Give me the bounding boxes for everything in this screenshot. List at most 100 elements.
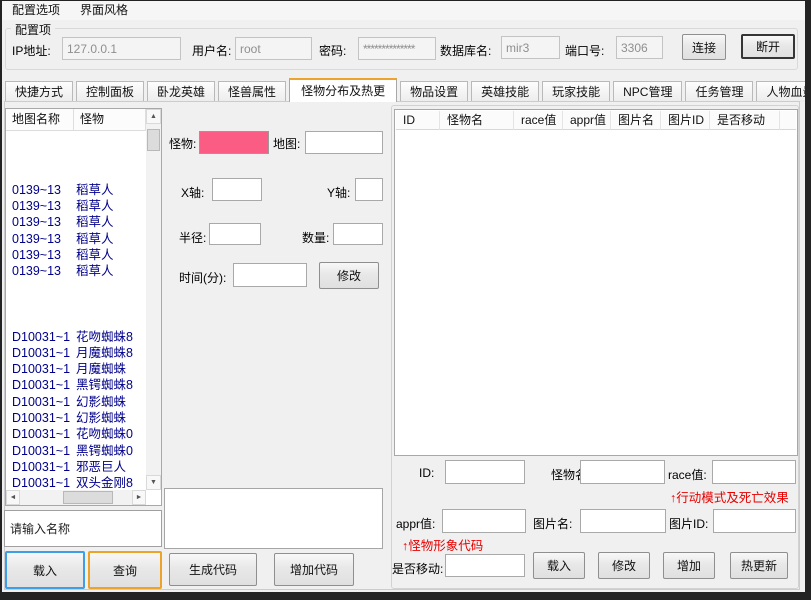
menu-item-ui-style[interactable]: 界面风格 [70, 1, 138, 20]
monster-table-column-2[interactable]: race值 [514, 111, 563, 130]
y-axis-input[interactable] [355, 178, 383, 201]
monster-name-cell [75, 312, 76, 328]
list-vscrollbar[interactable]: ▲ ▼ [146, 109, 161, 490]
monster-table-column-3[interactable]: appr值 [563, 111, 611, 130]
list-item[interactable]: D10031~1花吻蜘蛛0 [7, 426, 145, 442]
load-button[interactable]: 载入 [5, 551, 85, 589]
hot-update-button[interactable]: 热更新 [730, 552, 788, 579]
map-name-cell: D10031~1 [7, 329, 75, 345]
map-name-cell: D10031~1 [7, 361, 75, 377]
can-move-input[interactable] [445, 554, 525, 577]
database-input[interactable] [501, 36, 560, 59]
appr-input[interactable] [442, 509, 526, 533]
image-name-input[interactable] [580, 509, 666, 533]
map-name-cell: 0139~13 [7, 231, 75, 247]
port-input[interactable] [616, 36, 663, 59]
list-item[interactable] [7, 280, 145, 296]
code-output-area[interactable] [164, 488, 383, 549]
ip-input[interactable] [62, 37, 181, 60]
list-item[interactable] [7, 166, 145, 182]
list-item[interactable]: D10031~1黑锷蜘蛛0 [7, 443, 145, 459]
list-item[interactable]: 0139~13稻草人 [7, 198, 145, 214]
password-input[interactable] [358, 37, 436, 60]
name-search-input[interactable]: 请输入名称 [4, 510, 162, 547]
monster-name-input[interactable] [580, 460, 665, 484]
list-item[interactable]: D10031~1幻影蜘蛛 [7, 394, 145, 410]
list-item[interactable]: D10031~1双头金刚8 [7, 475, 145, 490]
monster-table-column-5[interactable]: 图片ID [661, 111, 710, 130]
monster-table-column-4[interactable]: 图片名 [611, 111, 661, 130]
monster-name-cell [75, 149, 76, 165]
list-item[interactable]: D10031~1黑锷蜘蛛8 [7, 377, 145, 393]
list-item[interactable]: 0139~13稻草人 [7, 182, 145, 198]
list-item[interactable] [7, 149, 145, 165]
x-axis-input[interactable] [212, 178, 262, 201]
query-button[interactable]: 查询 [88, 551, 162, 589]
tab-8[interactable]: NPC管理 [613, 81, 682, 102]
list-item[interactable] [7, 312, 145, 328]
tab-bar: 快捷方式控制面板卧龙英雄怪兽属性怪物分布及热更物品设置英雄技能玩家技能NPC管理… [5, 78, 805, 102]
add-code-button[interactable]: 增加代码 [274, 553, 354, 586]
disconnect-button[interactable]: 断开 [741, 34, 795, 59]
monster-table-column-0[interactable]: ID [396, 111, 440, 130]
time-input[interactable] [233, 263, 307, 287]
hscroll-thumb[interactable] [63, 491, 113, 504]
menu-item-config-options[interactable]: 配置选项 [2, 1, 70, 20]
map-monster-list[interactable]: 地图名称怪物 0139~13稻草人0139~13稻草人0139~13稻草人013… [5, 108, 162, 506]
map-list-header: 地图名称怪物 [6, 109, 146, 131]
list-item[interactable]: 0139~13稻草人 [7, 263, 145, 279]
scroll-left-icon[interactable]: ◄ [6, 490, 20, 505]
tab-2[interactable]: 卧龙英雄 [147, 81, 215, 102]
scroll-right-icon[interactable]: ► [132, 490, 146, 505]
tab-1[interactable]: 控制面板 [76, 81, 144, 102]
radius-input[interactable] [209, 223, 261, 245]
scroll-down-icon[interactable]: ▼ [146, 475, 161, 490]
monster-table[interactable]: ID怪物名race值appr值图片名图片ID是否移动 [394, 109, 798, 456]
list-item[interactable] [7, 133, 145, 149]
spawn-modify-button[interactable]: 修改 [319, 262, 379, 289]
monster-input[interactable] [199, 131, 269, 154]
list-item[interactable]: D10031~1花吻蜘蛛8 [7, 329, 145, 345]
tab-6[interactable]: 英雄技能 [471, 81, 539, 102]
race-input[interactable] [712, 460, 796, 484]
map-input[interactable] [305, 131, 383, 154]
list-item[interactable]: 0139~13稻草人 [7, 247, 145, 263]
tab-7[interactable]: 玩家技能 [542, 81, 610, 102]
map-list-column-0[interactable]: 地图名称 [6, 109, 74, 131]
list-item[interactable]: D10031~1月魔蜘蛛 [7, 361, 145, 377]
list-item[interactable]: D10031~1邪恶巨人 [7, 459, 145, 475]
map-name-cell: D10031~1 [7, 394, 75, 410]
monster-name-cell: 黑锷蜘蛛0 [75, 443, 133, 459]
monster-name-cell: 幻影蜘蛛 [75, 394, 126, 410]
map-name-cell [7, 296, 75, 312]
map-name-cell: 0139~13 [7, 182, 75, 198]
count-input[interactable] [333, 223, 383, 245]
tab-3[interactable]: 怪兽属性 [218, 81, 286, 102]
scroll-up-icon[interactable]: ▲ [146, 109, 161, 124]
list-item[interactable]: D10031~1幻影蜘蛛 [7, 410, 145, 426]
username-input[interactable] [235, 37, 312, 60]
list-item[interactable]: D10031~1月魔蜘蛛8 [7, 345, 145, 361]
tab-10[interactable]: 人物血量与经验 [756, 81, 805, 102]
generate-code-button[interactable]: 生成代码 [169, 553, 257, 586]
monster-modify-button[interactable]: 修改 [598, 552, 650, 579]
list-item[interactable]: 0139~13稻草人 [7, 231, 145, 247]
connect-button[interactable]: 连接 [682, 34, 726, 60]
tab-9[interactable]: 任务管理 [685, 81, 753, 102]
tab-0[interactable]: 快捷方式 [5, 81, 73, 102]
list-hscrollbar[interactable]: ◄ ► [6, 490, 146, 505]
monster-table-column-1[interactable]: 怪物名 [440, 111, 514, 130]
monster-name-cell: 花吻蜘蛛0 [75, 426, 133, 442]
tab-5[interactable]: 物品设置 [400, 81, 468, 102]
list-item[interactable] [7, 296, 145, 312]
map-list-column-1[interactable]: 怪物 [74, 109, 146, 131]
monster-table-column-6[interactable]: 是否移动 [710, 111, 780, 130]
image-id-input[interactable] [713, 509, 796, 533]
map-name-cell: D10031~1 [7, 426, 75, 442]
tab-4[interactable]: 怪物分布及热更 [289, 78, 397, 102]
monster-id-input[interactable] [445, 460, 525, 484]
list-item[interactable]: 0139~13稻草人 [7, 214, 145, 230]
vscroll-thumb[interactable] [147, 129, 160, 151]
monster-load-button[interactable]: 载入 [533, 552, 585, 579]
monster-add-button[interactable]: 增加 [663, 552, 715, 579]
